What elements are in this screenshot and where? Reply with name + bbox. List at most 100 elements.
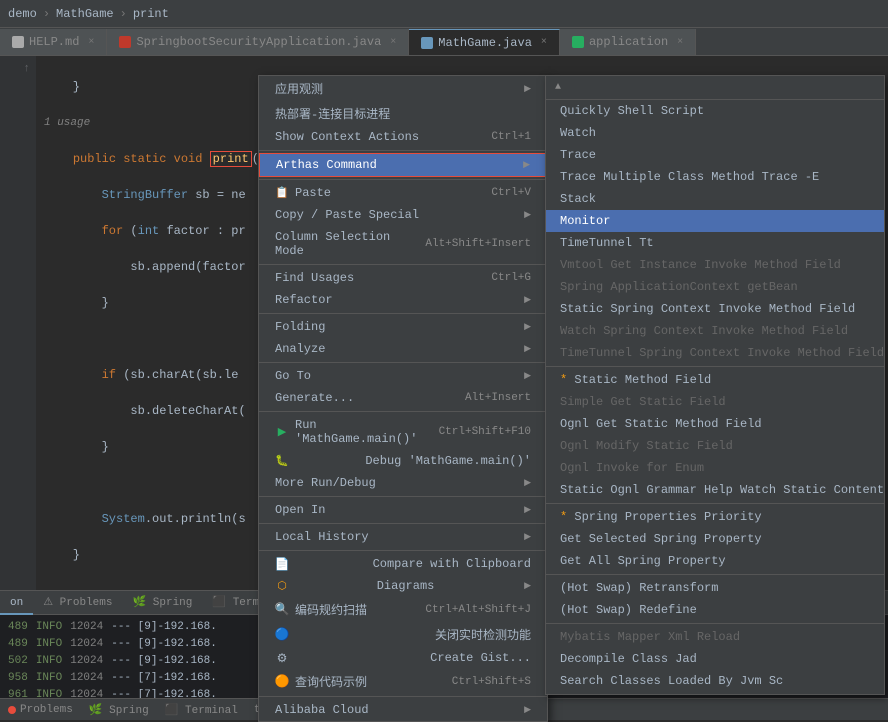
cm-copy-paste-special[interactable]: Copy / Paste Special — [259, 204, 547, 226]
context-menu: 应用观测 热部署-连接目标进程 Show Context Actions Ctr… — [258, 75, 548, 722]
tab-springboot[interactable]: SpringbootSecurityApplication.java × — [107, 29, 409, 55]
cm-column-mode[interactable]: Column Selection Mode Alt+Shift+Insert — [259, 226, 547, 262]
cm-goto[interactable]: Go To — [259, 365, 547, 387]
cm-yingyong[interactable]: 应用观测 — [259, 76, 547, 101]
run-icon: ▶ — [275, 425, 289, 439]
cm-analyze[interactable]: Analyze — [259, 338, 547, 360]
am-simple-get: Simple Get Static Field — [546, 391, 884, 413]
off-icon: 🔵 — [275, 628, 289, 642]
cm-run[interactable]: ▶ Run 'MathGame.main()' Ctrl+Shift+F10 — [259, 414, 547, 450]
am-ognl-get[interactable]: Ognl Get Static Method Field — [546, 413, 884, 435]
tab-mathgame[interactable]: MathGame.java × — [409, 29, 560, 55]
am-static-spring[interactable]: Static Spring Context Invoke Method Fiel… — [546, 298, 884, 320]
breadcrumb-project[interactable]: demo — [8, 7, 37, 21]
am-get-all-spring[interactable]: Get All Spring Property — [546, 550, 884, 572]
bottom-tab-spring[interactable]: 🌿 Spring — [122, 591, 202, 615]
tab-close-springboot[interactable]: × — [390, 37, 396, 48]
tab-close-mathgame[interactable]: × — [541, 37, 547, 48]
am-vmtool: Vmtool Get Instance Invoke Method Field — [546, 254, 884, 276]
cm-folding[interactable]: Folding — [259, 316, 547, 338]
am-sep4 — [546, 623, 884, 624]
cm-compare-clipboard[interactable]: 📄 Compare with Clipboard — [259, 553, 547, 575]
cm-more-run[interactable]: More Run/Debug — [259, 472, 547, 494]
bottom-tab-problems[interactable]: ⚠ Problems — [33, 591, 122, 615]
cm-close-detect[interactable]: 🔵 关闭实时检测功能 — [259, 622, 547, 647]
am-timetunnel[interactable]: TimeTunnel Tt — [546, 232, 884, 254]
diagram-icon: ⬡ — [275, 579, 289, 593]
breadcrumb-module[interactable]: MathGame — [56, 7, 114, 21]
cm-diagrams[interactable]: ⬡ Diagrams — [259, 575, 547, 597]
sep7 — [259, 496, 547, 497]
paste-icon: 📋 — [275, 186, 289, 200]
am-timetunnel-spring: TimeTunnel Spring Context Invoke Method … — [546, 342, 884, 364]
footer-terminal[interactable]: ⬛ Terminal — [165, 703, 238, 717]
footer-spring[interactable]: 🌿 Spring — [89, 703, 149, 717]
scan-icon: 🔍 — [275, 603, 289, 617]
cm-show-context[interactable]: Show Context Actions Ctrl+1 — [259, 126, 547, 148]
error-dot — [8, 706, 16, 714]
am-quickly-shell[interactable]: Quickly Shell Script — [546, 100, 884, 122]
breadcrumb-file[interactable]: print — [133, 7, 169, 21]
tab-icon-mathgame — [421, 37, 433, 49]
am-sep2 — [546, 503, 884, 504]
footer-problems[interactable]: Problems — [8, 704, 73, 716]
cm-query-example[interactable]: 🟠 查询代码示例 Ctrl+Shift+S — [259, 669, 547, 694]
am-decompile[interactable]: Decompile Class Jad — [546, 648, 884, 670]
am-watch-spring: Watch Spring Context Invoke Method Field — [546, 320, 884, 342]
am-ognl-modify: Ognl Modify Static Field — [546, 435, 884, 457]
tab-icon-app — [572, 36, 584, 48]
am-ognl-enum: Ognl Invoke for Enum — [546, 457, 884, 479]
am-static-method[interactable]: Static Method Field — [546, 369, 884, 391]
cm-create-gist[interactable]: ⚙ Create Gist... — [259, 647, 547, 669]
tab-help[interactable]: HELP.md × — [0, 29, 107, 55]
line-numbers: ↑ — [0, 56, 36, 590]
sep10 — [259, 696, 547, 697]
sep5 — [259, 362, 547, 363]
am-sep3 — [546, 574, 884, 575]
sep2 — [259, 179, 547, 180]
tab-bar: HELP.md × SpringbootSecurityApplication.… — [0, 28, 888, 56]
top-bar: demo › MathGame › print — [0, 0, 888, 28]
am-static-ognl[interactable]: Static Ognl Grammar Help Watch Static Co… — [546, 479, 884, 501]
cm-generate[interactable]: Generate... Alt+Insert — [259, 387, 547, 409]
cm-refactor[interactable]: Refactor — [259, 289, 547, 311]
sep4 — [259, 313, 547, 314]
am-spring-context: Spring ApplicationContext getBean — [546, 276, 884, 298]
am-monitor[interactable]: Monitor — [546, 210, 884, 232]
tab-icon-md — [12, 36, 24, 48]
cm-find-usages[interactable]: Find Usages Ctrl+G — [259, 267, 547, 289]
gist-icon: ⚙ — [275, 651, 289, 665]
sep1 — [259, 150, 547, 151]
am-trace-multiple[interactable]: Trace Multiple Class Method Trace -E — [546, 166, 884, 188]
sep8 — [259, 523, 547, 524]
sep9 — [259, 550, 547, 551]
am-sep1 — [546, 366, 884, 367]
cm-local-history[interactable]: Local History — [259, 526, 547, 548]
cm-open-in[interactable]: Open In — [259, 499, 547, 521]
scroll-up-btn[interactable]: ▲ — [550, 82, 566, 93]
query-icon: 🟠 — [275, 675, 289, 689]
tab-icon-java — [119, 36, 131, 48]
am-hotswap-retransform[interactable]: (Hot Swap) Retransform — [546, 577, 884, 599]
bottom-tab-on[interactable]: on — [0, 591, 33, 615]
cm-rebuyu[interactable]: 热部署-连接目标进程 — [259, 101, 547, 126]
am-search-method[interactable]: Search Method Loaded By Jvm Sm — [546, 692, 884, 695]
am-stack[interactable]: Stack — [546, 188, 884, 210]
am-search-classes[interactable]: Search Classes Loaded By Jvm Sc — [546, 670, 884, 692]
clipboard-icon: 📄 — [275, 557, 289, 571]
am-get-selected-spring[interactable]: Get Selected Spring Property — [546, 528, 884, 550]
arthas-scroll-top: ▲ — [546, 76, 884, 100]
cm-arthas[interactable]: Arthas Command — [259, 153, 547, 177]
cm-encode-scan[interactable]: 🔍 编码规约扫描 Ctrl+Alt+Shift+J — [259, 597, 547, 622]
arthas-submenu: ▲ Quickly Shell Script Watch Trace Trace… — [545, 75, 885, 695]
am-spring-priority[interactable]: Spring Properties Priority — [546, 506, 884, 528]
cm-alibaba-cloud[interactable]: Alibaba Cloud — [259, 699, 547, 721]
tab-close-help[interactable]: × — [88, 37, 94, 48]
am-trace[interactable]: Trace — [546, 144, 884, 166]
am-hotswap-redefine[interactable]: (Hot Swap) Redefine — [546, 599, 884, 621]
tab-close-app[interactable]: × — [677, 37, 683, 48]
tab-application[interactable]: application × — [560, 29, 696, 55]
am-watch[interactable]: Watch — [546, 122, 884, 144]
cm-paste[interactable]: 📋 Paste Ctrl+V — [259, 182, 547, 204]
cm-debug[interactable]: 🐛 Debug 'MathGame.main()' — [259, 450, 547, 472]
